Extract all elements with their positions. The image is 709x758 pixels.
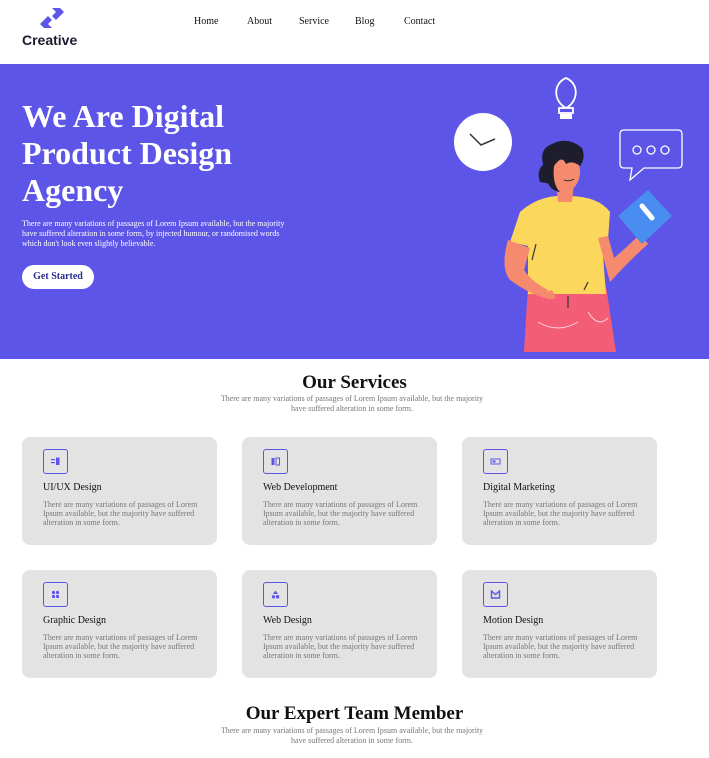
book-icon: [618, 190, 672, 244]
service-text: There are many variations of passages of…: [263, 633, 418, 660]
nav-blog[interactable]: Blog: [355, 16, 374, 27]
service-card-web-development[interactable]: Web Development There are many variation…: [242, 437, 437, 545]
hero-section: We Are Digital Product Design Agency The…: [0, 64, 709, 359]
service-title: Digital Marketing: [483, 482, 555, 493]
layout-icon: [43, 449, 68, 474]
shapes-icon: [263, 582, 288, 607]
clock-icon: [454, 113, 512, 171]
service-title: Motion Design: [483, 615, 544, 626]
get-started-button[interactable]: Get Started: [22, 265, 94, 289]
lightbulb-icon: [555, 77, 577, 119]
service-title: Web Design: [263, 615, 312, 626]
nav-service[interactable]: Service: [299, 16, 329, 27]
service-card-web-design[interactable]: Web Design There are many variations of …: [242, 570, 437, 678]
service-title: Web Development: [263, 482, 338, 493]
team-subtitle: There are many variations of passages of…: [220, 726, 484, 745]
nav-home[interactable]: Home: [194, 16, 218, 27]
motion-icon: [483, 582, 508, 607]
service-text: There are many variations of passages of…: [263, 500, 418, 527]
services-subtitle: There are many variations of passages of…: [220, 394, 484, 413]
site-header: Creative Home About Service Blog Contact: [0, 0, 709, 64]
service-text: There are many variations of passages of…: [483, 633, 638, 660]
nav-contact[interactable]: Contact: [404, 16, 435, 27]
service-text: There are many variations of passages of…: [483, 500, 638, 527]
hero-description: There are many variations of passages of…: [22, 219, 285, 248]
service-card-motion-design[interactable]: Motion Design There are many variations …: [462, 570, 657, 678]
logo-icon: [40, 8, 64, 28]
service-card-uiux[interactable]: UI/UX Design There are many variations o…: [22, 437, 217, 545]
grid-icon: [43, 582, 68, 607]
megaphone-icon: [483, 449, 508, 474]
service-card-graphic-design[interactable]: Graphic Design There are many variations…: [22, 570, 217, 678]
service-card-digital-marketing[interactable]: Digital Marketing There are many variati…: [462, 437, 657, 545]
code-icon: [263, 449, 288, 474]
team-title: Our Expert Team Member: [245, 703, 464, 724]
service-text: There are many variations of passages of…: [43, 500, 198, 527]
service-title: Graphic Design: [43, 615, 107, 626]
chat-bubble-icon: [619, 129, 683, 182]
brand-name: Creative: [22, 32, 78, 48]
service-text: There are many variations of passages of…: [43, 633, 198, 660]
services-title: Our Services: [302, 372, 407, 393]
person-holding-book-illustration: [454, 77, 683, 352]
hero-title: We Are Digital Product Design Agency: [22, 98, 233, 208]
nav-about[interactable]: About: [247, 16, 272, 27]
service-title: UI/UX Design: [43, 482, 102, 493]
